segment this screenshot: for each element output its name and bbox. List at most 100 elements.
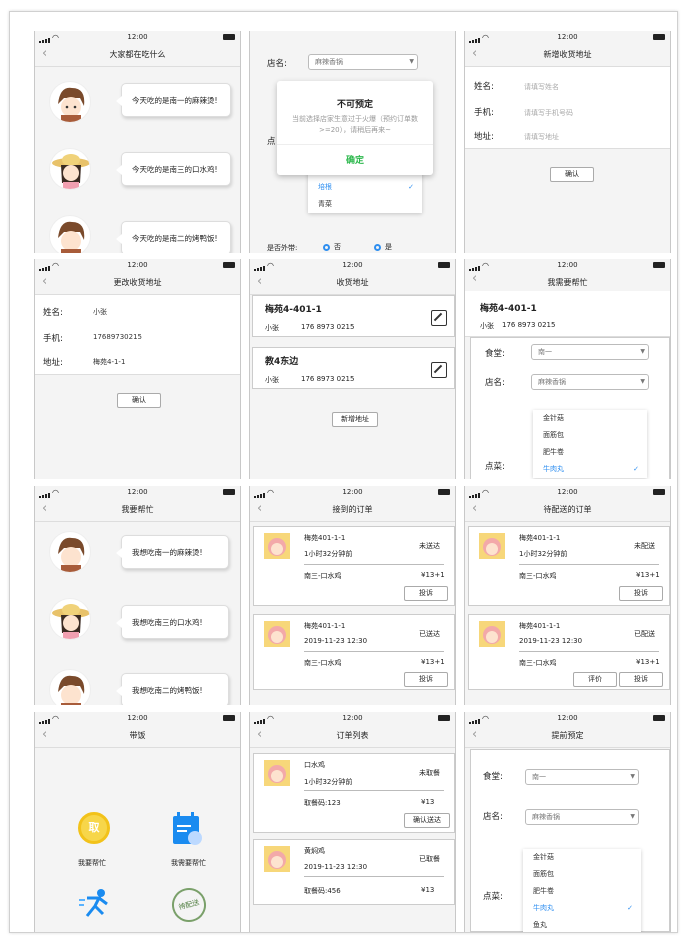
dropdown-option[interactable]: 肥牛卷	[523, 883, 641, 900]
dropdown-option[interactable]: 鱼丸	[523, 917, 641, 932]
pickup-icon[interactable]: 取	[78, 812, 110, 844]
avatar	[264, 846, 290, 872]
canteen-select[interactable]: 南一 ▼	[525, 769, 639, 785]
avatar	[49, 531, 91, 573]
battery-icon	[653, 262, 665, 268]
radio-no[interactable]: 否	[323, 242, 341, 252]
screen-address-list: ◠ 12:00 ‹ 收货地址 梅苑4-401-1 小张 176 8973 0215 …	[249, 259, 456, 479]
contact-name: 小张	[480, 322, 494, 330]
speech-bubble[interactable]: 我想吃南一的麻辣烫!	[116, 535, 229, 569]
screen-booking-unavailable: 店名: 麻辣香锅▼ 点 面筋 培根✓ 青菜 不可预定 当前选择店家生意过于火爆（…	[249, 31, 456, 253]
address-form: 姓名: 小张 手机: 17689730215 地址: 梅苑4-1-1	[35, 295, 240, 375]
address-input[interactable]: 梅苑4-1-1	[93, 357, 125, 367]
dropdown-option[interactable]: 面筋包	[523, 866, 641, 883]
address-input[interactable]: 请填写地址	[524, 132, 559, 142]
shop-label: 店名:	[267, 59, 287, 69]
order-time: 1小时32分钟前	[304, 778, 353, 786]
speech-bubble[interactable]: 我想吃南二的烤鸭饭!	[116, 673, 229, 705]
rate-button[interactable]: 评价	[573, 672, 617, 687]
address-card[interactable]: 梅苑4-401-1 小张 176 8973 0215	[252, 295, 455, 337]
confirm-button[interactable]: 确认	[117, 393, 161, 408]
speech-bubble[interactable]: 我想吃南三的口水鸡!	[116, 605, 229, 639]
order-time: 1小时32分钟前	[304, 550, 353, 558]
address-card[interactable]: 教4东边 小张 176 8973 0215	[252, 347, 455, 389]
complain-button[interactable]: 投诉	[404, 672, 448, 687]
confirm-button[interactable]: 确认	[550, 167, 594, 182]
nav-bar: ‹ 订单列表	[250, 724, 455, 748]
clock: 12:00	[127, 714, 148, 722]
name-input[interactable]: 小张	[93, 307, 107, 317]
phone-input[interactable]: 请填写手机号码	[524, 108, 573, 118]
dropdown-option[interactable]: 肥牛卷	[533, 444, 647, 461]
order-card: 黄焖鸡 2019-11-23 12:30 已取餐 取餐码:456 ¥13	[253, 839, 455, 905]
order-card: 口水鸡 1小时32分钟前 未取餐 取餐码:123 ¥13 确认送达	[253, 753, 455, 833]
order-card: 梅苑401-1-1 1小时32分钟前 未送达 南三-口水鸡 ¥13+1 投诉	[253, 526, 455, 606]
dish-label: 点	[267, 137, 276, 147]
order-price: ¥13+1	[636, 571, 660, 579]
screen-need-help: ◠ 12:00 ‹ 我需要帮忙 梅苑4-401-1 小张 176 8973 0215…	[464, 259, 671, 479]
shop-select[interactable]: 麻辣香锅 ▼	[525, 809, 639, 825]
chevron-down-icon: ▼	[630, 773, 635, 780]
status-bar: ◠ 12:00	[465, 712, 670, 724]
i-want-help-button[interactable]: 我要帮忙	[78, 858, 106, 868]
contact-name: 小张	[265, 324, 279, 332]
page-title: 我要帮忙	[121, 505, 154, 514]
clock: 12:00	[557, 714, 578, 722]
status-bar: ◠ 12:00	[465, 31, 670, 43]
check-icon: ✓	[408, 183, 414, 191]
dropdown-option[interactable]: 青菜	[308, 196, 422, 213]
shop-select[interactable]: 麻辣香锅 ▼	[531, 374, 649, 390]
storyboard-frame: ◠ 12:00 ‹ 大家都在吃什么 今天吃的是南一的麻辣烫! 今天吃的是南三的口水鸡…	[9, 11, 678, 933]
check-icon: ✓	[627, 904, 633, 912]
address-text: 梅苑4-401-1	[265, 305, 322, 315]
pickup-code: 取餐码:123	[304, 799, 341, 807]
address-text: 梅苑4-401-1	[480, 304, 537, 314]
phone-input[interactable]: 17689730215	[93, 333, 142, 341]
order-price: ¥13+1	[421, 571, 445, 579]
add-address-button[interactable]: 新增地址	[332, 412, 378, 427]
shop-label: 店名:	[483, 812, 503, 822]
name-input[interactable]: 请填写姓名	[524, 82, 559, 92]
dropdown-option[interactable]: 培根 ✓	[308, 179, 422, 196]
chevron-down-icon: ▼	[409, 58, 414, 65]
speech-bubble: 今天吃的是南二的烤鸭饭!	[116, 221, 231, 253]
clock: 12:00	[342, 488, 363, 496]
complain-button[interactable]: 投诉	[404, 586, 448, 601]
nav-bar: ‹ 收货地址	[250, 271, 455, 295]
dish-label: 点菜:	[483, 892, 503, 902]
screen-advance-booking: ◠ 12:00 ‹ 提前预定 食堂: 南一 ▼ 店名: 麻辣香锅 ▼ 点菜: 金针菇 面…	[464, 712, 671, 932]
contact-phone: 176 8973 0215	[301, 375, 355, 383]
contact-name: 小张	[265, 376, 279, 384]
dropdown-option[interactable]: 金针菇	[523, 849, 641, 866]
order-price: ¥13	[421, 886, 435, 894]
dropdown-option[interactable]: 牛肉丸 ✓	[523, 900, 641, 917]
shop-label: 店名:	[485, 378, 505, 388]
screen-add-address: ◠ 12:00 ‹ 新增收货地址 姓名: 请填写姓名 手机: 请填写手机号码 地址:…	[464, 31, 671, 253]
radio-yes[interactable]: 是	[374, 242, 392, 252]
edit-icon[interactable]	[431, 362, 447, 378]
i-need-help-button[interactable]: 我需要帮忙	[171, 858, 206, 868]
contact-phone: 176 8973 0215	[301, 323, 355, 331]
calendar-icon[interactable]	[171, 812, 203, 846]
order-dish: 黄焖鸡	[304, 847, 325, 855]
complain-button[interactable]: 投诉	[619, 586, 663, 601]
canteen-select[interactable]: 南一 ▼	[531, 344, 649, 360]
dialog-ok-button[interactable]: 确定	[277, 153, 433, 166]
dish-label: 点菜:	[485, 462, 505, 472]
order-status: 已配送	[634, 630, 655, 638]
avatar	[49, 81, 91, 123]
clock: 12:00	[342, 714, 363, 722]
screen-order-list: ◠ 12:00 ‹ 订单列表 口水鸡 1小时32分钟前 未取餐 取餐码:123 ¥1…	[249, 712, 456, 932]
dropdown-option[interactable]: 牛肉丸 ✓	[533, 461, 647, 478]
battery-icon	[438, 262, 450, 268]
shop-select[interactable]: 麻辣香锅 ▼	[308, 54, 418, 70]
confirm-delivery-button[interactable]: 确认送达	[404, 813, 450, 828]
complain-button[interactable]: 投诉	[619, 672, 663, 687]
dropdown-option[interactable]: 面筋包	[533, 427, 647, 444]
avatar	[49, 669, 91, 705]
delivery-address[interactable]: 梅苑4-401-1 小张 176 8973 0215	[465, 291, 670, 337]
edit-icon[interactable]	[431, 310, 447, 326]
dropdown-option[interactable]: 金针菇	[533, 410, 647, 427]
pending-delivery-stamp-icon[interactable]: 待配送	[168, 884, 210, 926]
address-text: 教4东边	[265, 357, 299, 367]
